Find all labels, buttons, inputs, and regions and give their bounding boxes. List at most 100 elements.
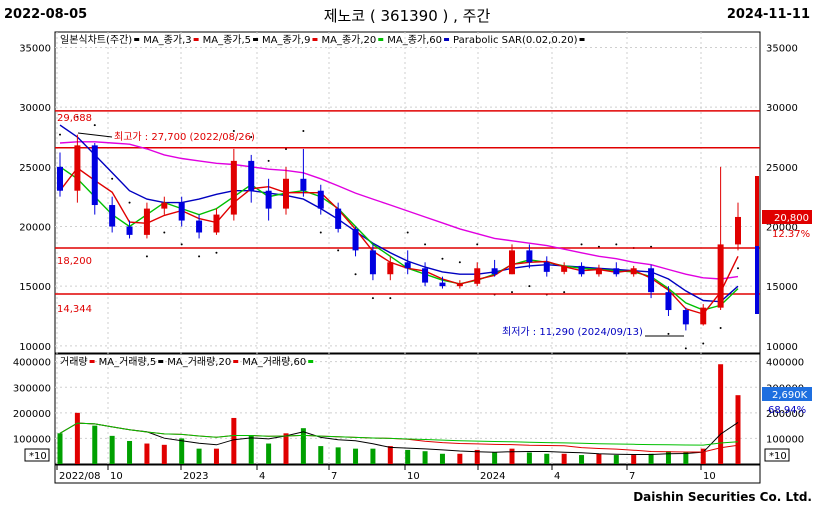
volume-bar <box>196 448 202 464</box>
candle-body <box>456 283 463 287</box>
price-legend-item: Parabolic SAR(0.02,0.20) <box>453 35 578 46</box>
candle-body <box>161 202 168 209</box>
candle-body <box>126 226 133 235</box>
volume-bar <box>718 364 724 464</box>
candle-body <box>196 220 203 233</box>
volume-bar <box>596 453 602 464</box>
sar-dot <box>59 133 61 136</box>
volume-tick-left: 200000 <box>13 409 51 420</box>
volume-tick-left: 400000 <box>13 358 51 369</box>
candle-body <box>561 265 568 272</box>
volume-bar <box>300 428 306 464</box>
volume-bar <box>74 412 80 464</box>
brand-footer: Daishin Securities Co. Ltd. <box>633 490 812 504</box>
level-label-4: 14,344 <box>57 304 92 315</box>
volume-bar <box>144 443 150 464</box>
volume-bar <box>353 448 359 464</box>
sar-dot <box>215 251 218 254</box>
price-legend-item: MA_종가,3 <box>143 34 191 46</box>
candle-body <box>335 208 342 229</box>
sar-dot <box>458 261 461 264</box>
volume-bar <box>248 435 254 464</box>
candle-body <box>404 262 411 269</box>
price-legend-swatch <box>312 38 318 41</box>
sar-dot <box>684 347 687 350</box>
candle-body <box>735 216 741 245</box>
volume-unit-left: *10 <box>29 451 47 462</box>
sar-dot <box>319 231 322 234</box>
sar-dot <box>145 255 148 258</box>
volume-bar <box>457 453 463 464</box>
volume-tick-left: 300000 <box>13 383 51 394</box>
volume-legend-swatch <box>308 360 314 363</box>
candle-body <box>213 214 220 233</box>
price-tick-right: 15000 <box>766 282 798 293</box>
candle-body <box>665 292 672 311</box>
sar-dot <box>93 124 96 127</box>
candle-body <box>613 268 620 275</box>
price-legend-swatch <box>579 38 585 41</box>
volume-legend-item: MA_거래량,20 <box>167 356 231 368</box>
price-tick-right: 30000 <box>766 103 798 114</box>
sar-dot <box>667 332 670 335</box>
candle-body <box>474 268 481 284</box>
x-tick-label: 4 <box>259 471 265 482</box>
volume-bar <box>422 451 428 464</box>
price-legend-swatch <box>378 38 384 41</box>
sar-dot <box>128 201 131 204</box>
price-legend-swatch <box>253 38 259 41</box>
volume-bar <box>405 449 411 464</box>
price-tick-left: 20000 <box>19 223 51 234</box>
volume-bar <box>57 433 63 464</box>
volume-legend-swatch <box>89 360 95 363</box>
candle-body <box>648 268 655 293</box>
candle-body <box>230 160 237 215</box>
candle-body <box>491 268 498 275</box>
price-tick-left: 15000 <box>19 282 51 293</box>
volume-bar <box>526 452 532 464</box>
stock-chart[interactable]: 35000 35000 30000 30000 25000 25000 20000 20000… <box>0 0 814 507</box>
x-tick-label: 7 <box>629 471 635 482</box>
volume-panel[interactable] <box>54 353 761 465</box>
price-legend-swatch <box>444 38 450 41</box>
candle-body <box>369 250 376 275</box>
volume-badge-pct: 68.94% <box>768 405 806 416</box>
price-badge-pct: 12.37% <box>772 229 810 240</box>
volume-bar <box>579 455 585 464</box>
candle-body <box>283 178 289 209</box>
volume-bar <box>179 438 185 464</box>
sar-dot <box>198 255 201 258</box>
volume-bar <box>387 446 393 464</box>
candle-body <box>422 268 429 283</box>
candle-body <box>352 228 359 251</box>
price-tick-left: 35000 <box>19 44 51 55</box>
volume-bar <box>335 447 341 464</box>
x-tick-label: 4 <box>554 471 560 482</box>
volume-bar <box>127 440 133 464</box>
sar-dot <box>389 297 392 300</box>
price-tick-right: 25000 <box>766 163 798 174</box>
sar-dot <box>476 243 479 246</box>
price-legend-item: MA_종가,5 <box>203 34 251 46</box>
price-legend-item: MA_종가,9 <box>262 34 310 46</box>
sar-dot <box>406 231 409 234</box>
candle-body <box>578 265 585 275</box>
volume-unit-right: *10 <box>769 451 787 462</box>
price-legend-item: MA_종가,20 <box>321 34 376 46</box>
volume-bar <box>266 443 272 464</box>
sar-dot <box>615 243 618 246</box>
x-tick-label: 10 <box>110 471 123 482</box>
candle-body <box>439 282 446 287</box>
level-label-3: 18,200 <box>57 256 92 267</box>
sar-dot <box>580 243 583 246</box>
x-tick-label: 10 <box>407 471 420 482</box>
sar-dot <box>354 273 357 276</box>
candle-body <box>717 244 724 308</box>
x-tick-label: 2022/08 <box>59 471 101 482</box>
volume-bar <box>370 448 376 464</box>
volume-bar <box>109 435 115 464</box>
candle-body <box>74 145 81 191</box>
volume-bar <box>439 453 445 464</box>
volume-legend-item: 거래량 <box>60 356 88 368</box>
price-panel[interactable] <box>54 31 761 354</box>
